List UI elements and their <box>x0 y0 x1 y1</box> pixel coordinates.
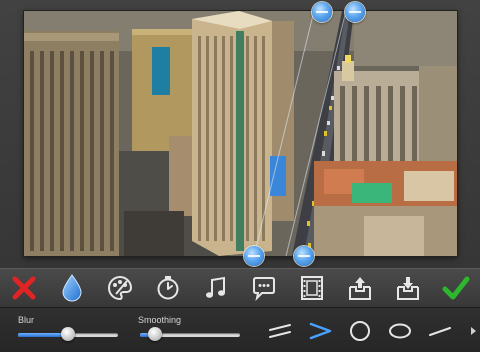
parallel-lines-shape-button[interactable] <box>262 317 298 345</box>
box-upload-icon <box>349 277 371 300</box>
parallel-lines-icon <box>269 324 291 338</box>
blur-slider[interactable] <box>18 327 118 341</box>
chevron-shape-button[interactable] <box>302 317 338 345</box>
ellipse-icon <box>389 323 411 339</box>
more-arrow-icon[interactable] <box>471 327 476 335</box>
line-icon <box>429 327 451 336</box>
stopwatch-icon <box>157 276 179 300</box>
export-tool-button[interactable] <box>336 269 384 307</box>
palette-tool-button[interactable] <box>96 269 144 307</box>
circle-icon <box>350 321 370 341</box>
control-panel: Blur Smoothing <box>0 307 480 352</box>
blur-slider-knob[interactable] <box>61 327 75 341</box>
tilt-handle-top-right[interactable] <box>345 2 365 22</box>
tilt-handle-bottom-left[interactable] <box>244 246 264 266</box>
cancel-button[interactable] <box>0 269 48 307</box>
film-tool-button[interactable] <box>288 269 336 307</box>
checkmark-icon <box>442 276 470 300</box>
timer-tool-button[interactable] <box>144 269 192 307</box>
city-aerial-image <box>24 11 457 256</box>
comment-tool-button[interactable] <box>240 269 288 307</box>
circle-shape-button[interactable] <box>342 317 378 345</box>
palette-icon <box>108 275 133 301</box>
import-tool-button[interactable] <box>384 269 432 307</box>
close-icon <box>12 276 36 300</box>
tilt-shift-photo[interactable] <box>24 11 457 256</box>
tilt-handle-top-left[interactable] <box>312 2 332 22</box>
box-download-icon <box>397 277 419 300</box>
blur-label: Blur <box>18 315 35 325</box>
tilt-handle-bottom-right[interactable] <box>294 246 314 266</box>
smoothing-slider-knob[interactable] <box>148 327 162 341</box>
line-shape-button[interactable] <box>422 317 458 345</box>
music-tool-button[interactable] <box>192 269 240 307</box>
film-strip-icon <box>301 276 323 300</box>
music-note-icon <box>206 276 225 298</box>
blur-tool-button[interactable] <box>48 269 96 307</box>
smoothing-label: Smoothing <box>138 315 182 325</box>
ellipse-shape-button[interactable] <box>382 317 418 345</box>
water-drop-icon <box>62 274 82 302</box>
chevron-right-icon <box>309 322 332 340</box>
smoothing-slider[interactable] <box>140 327 240 341</box>
speech-bubble-icon <box>253 277 275 301</box>
photo-stage <box>0 0 480 268</box>
confirm-button[interactable] <box>432 269 480 307</box>
tool-strip <box>0 268 480 307</box>
